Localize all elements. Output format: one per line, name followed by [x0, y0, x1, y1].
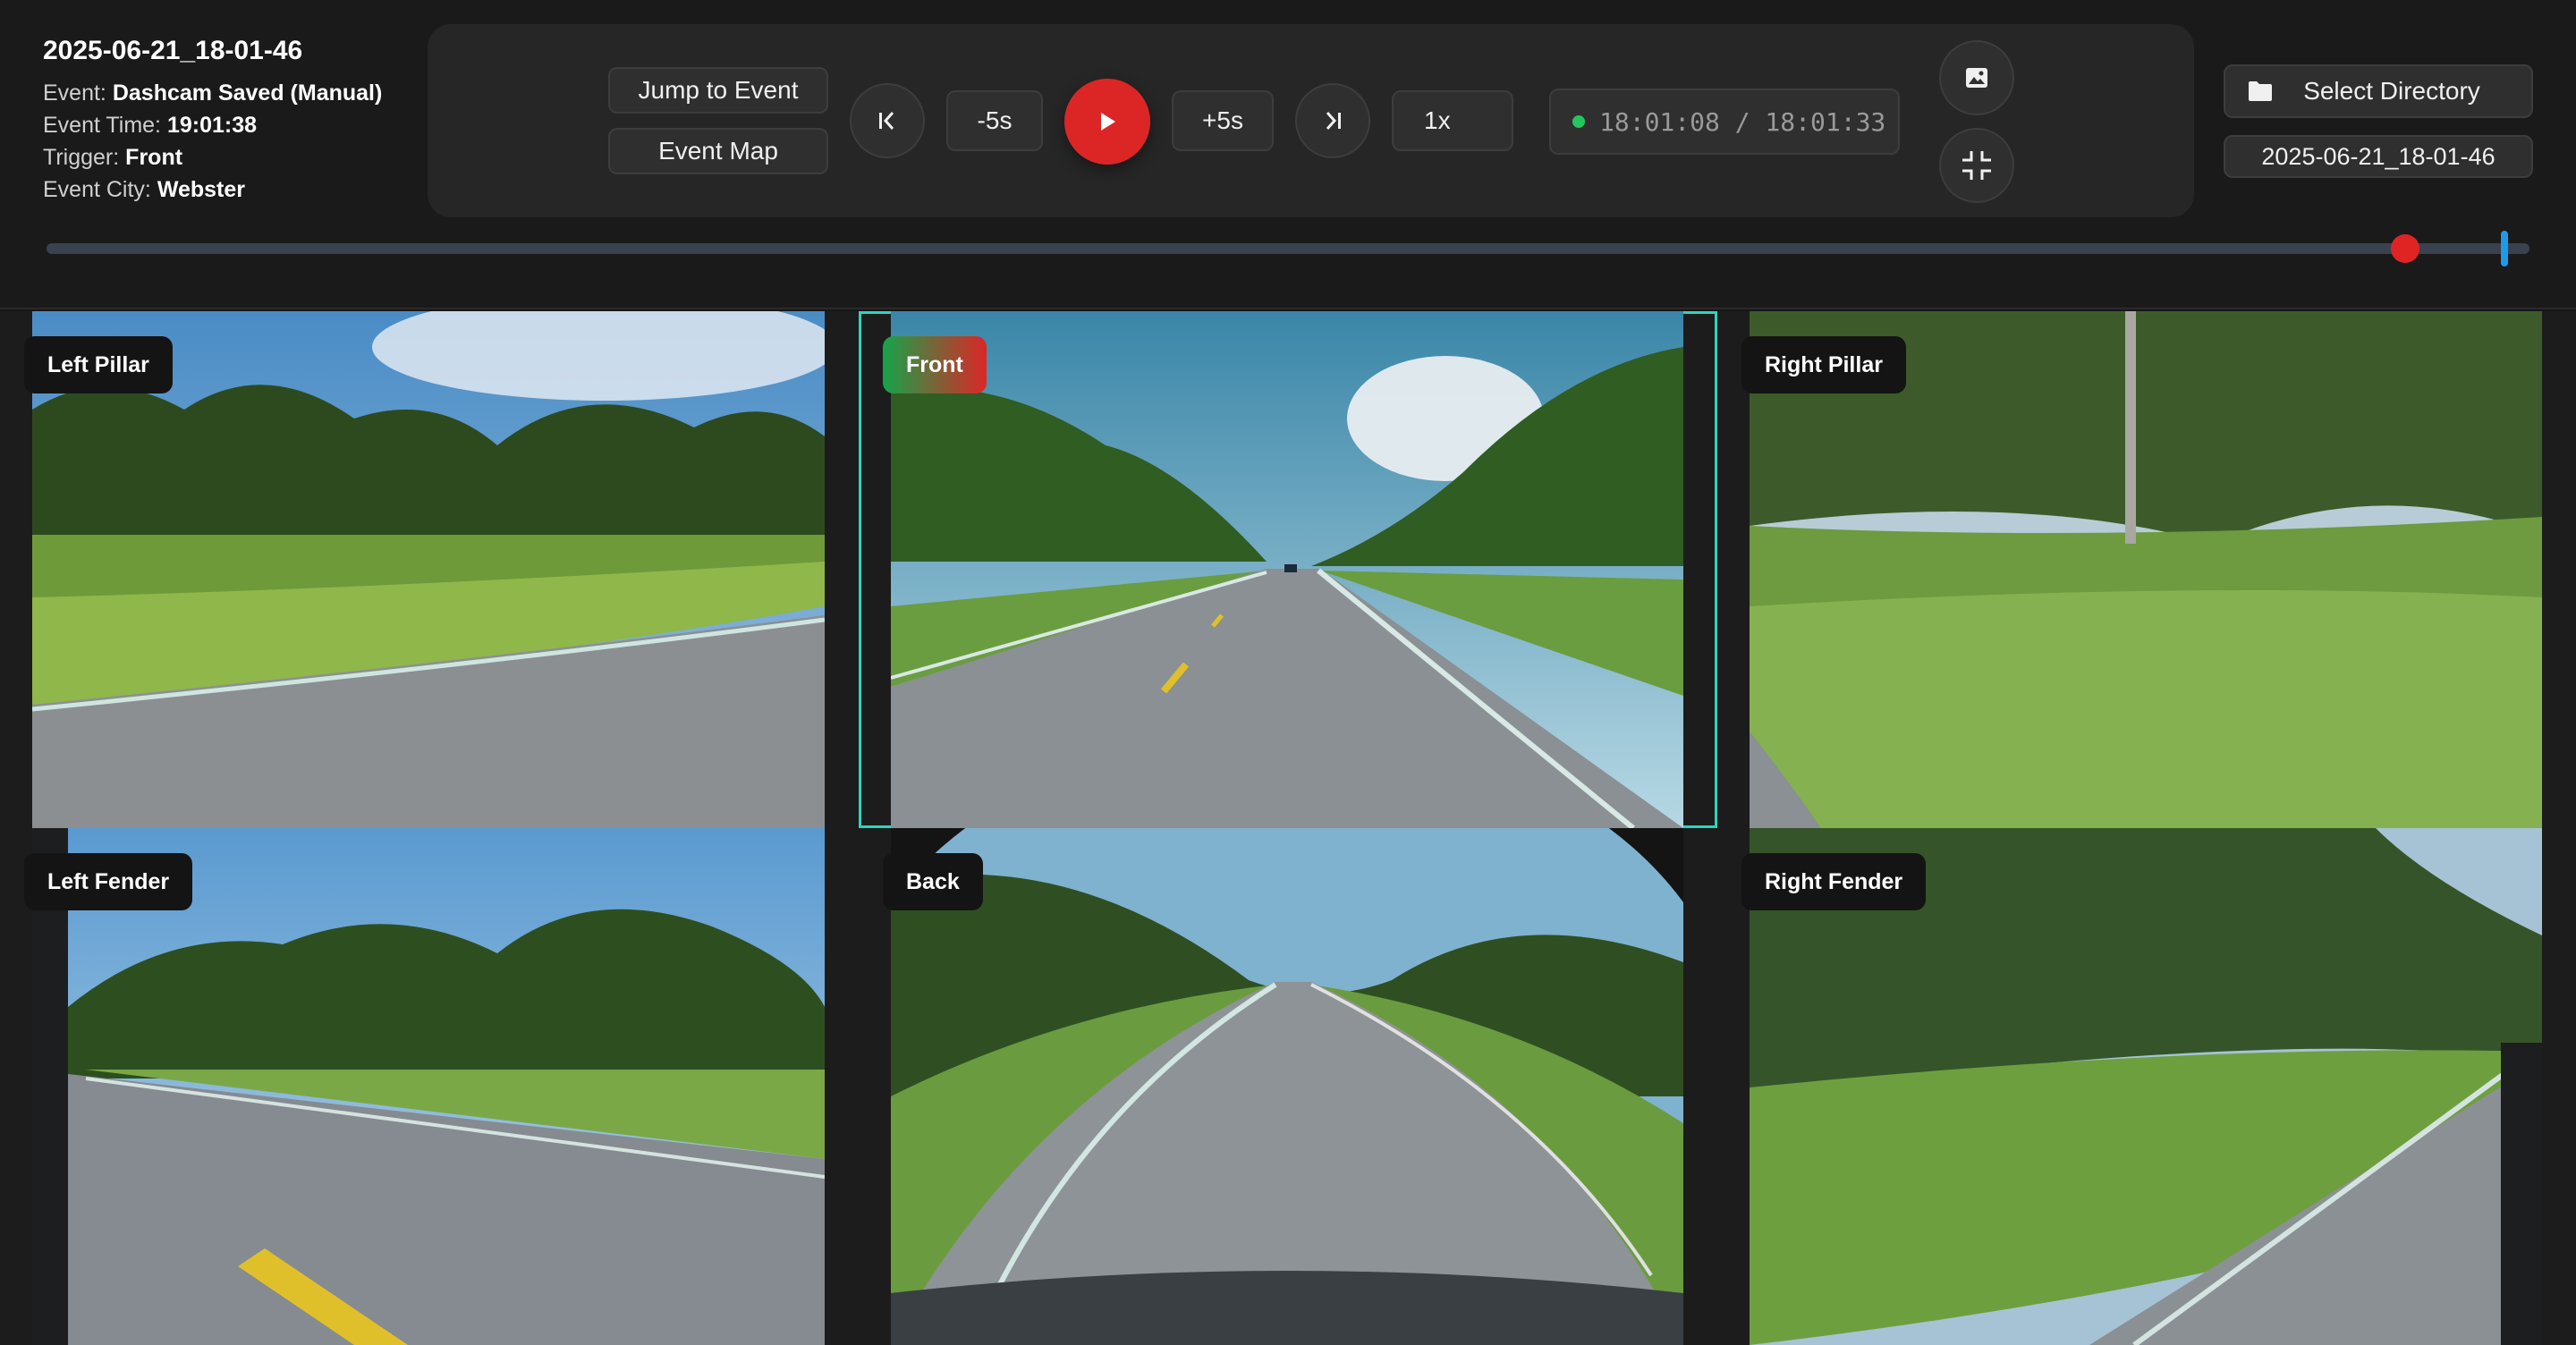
back-5s-button[interactable]: -5s [946, 90, 1043, 151]
play-button[interactable] [1064, 79, 1150, 165]
folder-icon [2249, 81, 2272, 101]
status-dot [1572, 115, 1585, 128]
play-icon [1101, 113, 1115, 131]
camera-label: Right Fender [1741, 853, 1927, 910]
event-time-line: Event Time: 19:01:38 [43, 109, 382, 141]
camera-label: Left Pillar [24, 336, 173, 393]
camera-view-right-pillar[interactable]: Right Pillar [1717, 311, 2576, 828]
event-time-label: Event Time: [43, 113, 161, 138]
timeline-event-marker [2501, 231, 2509, 266]
image-icon [1966, 68, 1987, 88]
event-map-button[interactable]: Event Map [608, 128, 828, 174]
forward-5s-button[interactable]: +5s [1172, 90, 1274, 151]
timeline-playhead[interactable] [2391, 234, 2420, 263]
camera-label-active: Front [883, 336, 987, 393]
event-info: 2025-06-21_18-01-46 Event: Dashcam Saved… [43, 36, 382, 206]
time-readout: 18:01:08 / 18:01:33 [1599, 106, 1886, 137]
header: 2025-06-21_18-01-46 Event: Dashcam Saved… [0, 0, 2576, 309]
camera-label: Right Pillar [1741, 336, 1906, 393]
video-front [891, 311, 1683, 828]
playback-controls: Jump to Event Event Map -5s +5s 1x 18:01… [428, 24, 2194, 217]
event-trigger-line: Trigger: Front [43, 141, 382, 173]
timeline-track[interactable] [47, 243, 2529, 254]
screenshot-button[interactable] [1939, 40, 2014, 115]
jump-to-event-button[interactable]: Jump to Event [608, 67, 828, 114]
event-city-line: Event City: Webster [43, 173, 382, 206]
event-type-line: Event: Dashcam Saved (Manual) [43, 77, 382, 109]
minimize-icon [1962, 151, 1991, 180]
event-trigger-value: Front [125, 145, 183, 170]
camera-view-left-fender[interactable]: Left Fender [0, 828, 859, 1345]
camera-label: Left Fender [24, 853, 193, 910]
camera-view-back[interactable]: Back [859, 828, 1717, 1345]
camera-view-right-fender[interactable]: Right Fender [1717, 828, 2576, 1345]
event-city-value: Webster [157, 177, 246, 202]
skip-forward-icon [1326, 112, 1341, 130]
camera-view-left-pillar[interactable]: Left Pillar [0, 311, 859, 828]
time-display: 18:01:08 / 18:01:33 [1549, 89, 1900, 155]
event-type-value: Dashcam Saved (Manual) [112, 80, 383, 106]
camera-label: Back [883, 853, 983, 910]
camera-view-front[interactable]: Front [859, 311, 1717, 828]
event-city-label: Event City: [43, 177, 151, 202]
event-trigger-label: Trigger: [43, 145, 120, 170]
skip-back-button[interactable] [850, 83, 925, 158]
select-directory-button[interactable]: Select Directory [2224, 64, 2533, 118]
skip-back-icon [879, 112, 894, 130]
speed-selector[interactable]: 1x [1392, 90, 1513, 151]
event-folder-title: 2025-06-21_18-01-46 [43, 36, 303, 65]
exit-fullscreen-button[interactable] [1939, 128, 2014, 203]
skip-forward-button[interactable] [1295, 83, 1370, 158]
event-time-value: 19:01:38 [166, 113, 258, 138]
directory-selector[interactable]: 2025-06-21_18-01-46 [2224, 135, 2533, 178]
event-type-label: Event: [43, 80, 106, 106]
select-directory-label: Select Directory [2303, 77, 2480, 105]
video-back [891, 828, 1683, 1345]
